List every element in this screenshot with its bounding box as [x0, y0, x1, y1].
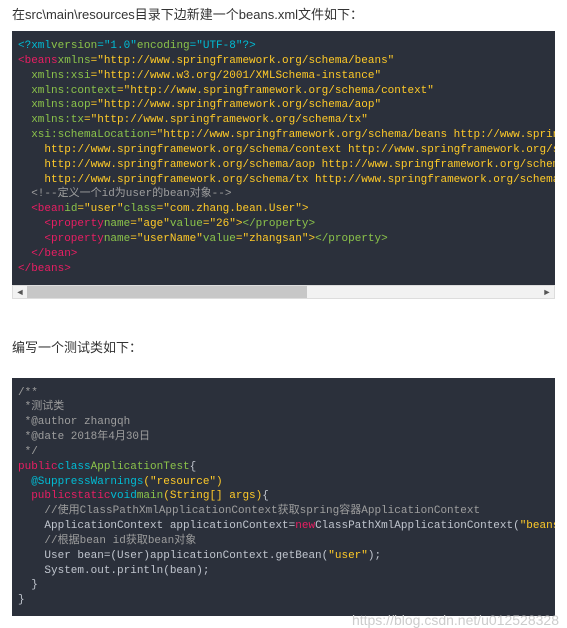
description-1: 在src\main\resources目录下边新建一个beans.xml文件如下…	[0, 0, 567, 31]
code-block-2: /** *测试类 *@author zhangqh *@date 2018年4月…	[12, 378, 555, 617]
description-2: 编写一个测试类如下：	[0, 333, 567, 364]
horizontal-scrollbar[interactable]: ◄ ►	[12, 285, 555, 299]
scroll-thumb[interactable]	[27, 286, 307, 298]
watermark-url: https://blog.csdn.net/u012528328	[0, 612, 567, 628]
scroll-track[interactable]	[27, 286, 540, 298]
code-content-1: <?xmlversion="1.0"encoding="UTF-8"?> <be…	[18, 39, 549, 277]
code-block-1: <?xmlversion="1.0"encoding="UTF-8"?> <be…	[12, 31, 555, 285]
scroll-right-arrow[interactable]: ►	[540, 286, 554, 298]
code-content-2: /** *测试类 *@author zhangqh *@date 2018年4月…	[18, 386, 549, 609]
scroll-left-arrow[interactable]: ◄	[13, 286, 27, 298]
